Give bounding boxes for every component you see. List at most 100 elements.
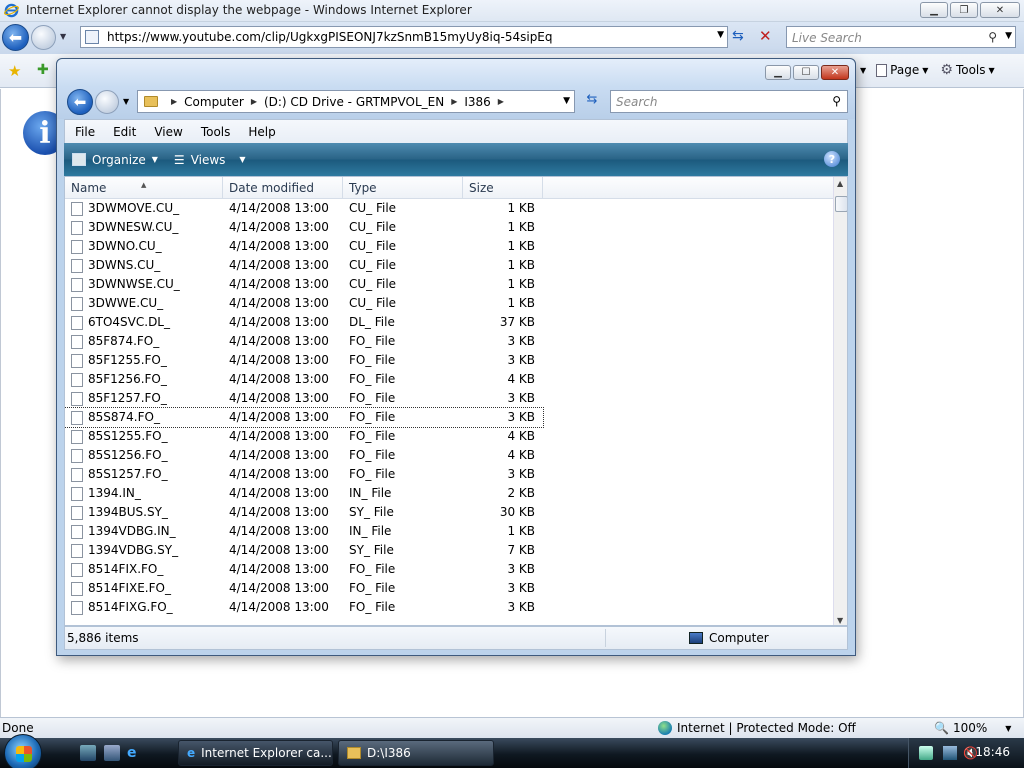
breadcrumb-separator-icon[interactable]: ▶ (451, 97, 457, 106)
table-row[interactable]: 85F1256.FO_ 4/14/2008 13:00 FO_ File 4 KB (65, 370, 833, 389)
breadcrumb-separator-icon[interactable]: ▶ (498, 97, 504, 106)
cell-name[interactable]: 85S1255.FO_ (65, 427, 223, 446)
address-text[interactable]: https://www.youtube.com/clip/UgkxgPISEON… (107, 30, 553, 44)
cell-name[interactable]: 6TO4SVC.DL_ (65, 313, 223, 332)
cell-name[interactable]: 3DWNESW.CU_ (65, 218, 223, 237)
show-desktop-icon[interactable] (80, 745, 96, 761)
organize-button[interactable]: Organize ▼ (72, 153, 158, 167)
forward-button[interactable] (31, 25, 56, 50)
recent-locations-chevron-icon[interactable]: ▼ (123, 97, 129, 106)
breadcrumb-separator-icon[interactable]: ▶ (171, 97, 177, 106)
explorer-address-bar[interactable]: ▶ Computer ▶ (D:) CD Drive - GRTMPVOL_EN… (137, 90, 575, 113)
cell-name[interactable]: 85F874.FO_ (65, 332, 223, 351)
menu-file[interactable]: File (65, 125, 103, 139)
menu-view[interactable]: View (144, 125, 190, 139)
cell-name[interactable]: 8514FIXG.FO_ (65, 598, 223, 617)
explorer-forward-button[interactable] (95, 90, 119, 114)
menu-help[interactable]: Help (238, 125, 283, 139)
recent-pages-chevron-icon[interactable]: ▼ (60, 32, 66, 41)
table-row[interactable]: 3DWNESW.CU_ 4/14/2008 13:00 CU_ File 1 KB (65, 218, 833, 237)
views-button[interactable]: ☰ Views ▼ (174, 153, 246, 167)
breadcrumb-separator-icon[interactable]: ▶ (251, 97, 257, 106)
cell-name[interactable]: 1394VDBG.SY_ (65, 541, 223, 560)
scroll-up-icon[interactable]: ▲ (837, 179, 843, 188)
table-row[interactable]: 3DWNWSE.CU_ 4/14/2008 13:00 CU_ File 1 KB (65, 275, 833, 294)
table-row[interactable]: 85F1257.FO_ 4/14/2008 13:00 FO_ File 3 KB (65, 389, 833, 408)
table-row[interactable]: 3DWWE.CU_ 4/14/2008 13:00 CU_ File 1 KB (65, 294, 833, 313)
cell-name[interactable]: 3DWNWSE.CU_ (65, 275, 223, 294)
network-icon[interactable] (943, 746, 957, 760)
vertical-scrollbar[interactable]: ▲ ▼ (833, 177, 847, 625)
security-zone[interactable]: Internet | Protected Mode: Off (658, 721, 856, 735)
address-bar[interactable]: https://www.youtube.com/clip/UgkxgPISEON… (80, 26, 728, 48)
explorer-close-button[interactable]: ✕ (821, 65, 849, 80)
cell-name[interactable]: 85S1256.FO_ (65, 446, 223, 465)
cell-name[interactable]: 1394VDBG.IN_ (65, 522, 223, 541)
column-header-type[interactable]: Type (343, 177, 463, 199)
table-row[interactable]: 85F1255.FO_ 4/14/2008 13:00 FO_ File 3 KB (65, 351, 833, 370)
zoom-control[interactable]: 🔍 100% ▼ (934, 721, 1011, 735)
cell-name[interactable]: 85F1256.FO_ (65, 370, 223, 389)
table-row[interactable]: 85S874.FO_ 4/14/2008 13:00 FO_ File 3 KB (65, 407, 833, 428)
live-search-input[interactable]: Live Search ⚲ ▼ (786, 26, 1016, 48)
table-row[interactable]: 6TO4SVC.DL_ 4/14/2008 13:00 DL_ File 37 KB (65, 313, 833, 332)
scrollbar-thumb[interactable] (835, 196, 847, 212)
table-row[interactable]: 85S1255.FO_ 4/14/2008 13:00 FO_ File 4 KB (65, 427, 833, 446)
breadcrumb-cd-drive[interactable]: (D:) CD Drive - GRTMPVOL_EN (264, 95, 444, 109)
cell-name[interactable]: 1394.IN_ (65, 484, 223, 503)
toolbar-chevron-icon[interactable]: ▼ (860, 66, 866, 75)
start-button[interactable] (4, 734, 42, 768)
table-row[interactable]: 3DWNS.CU_ 4/14/2008 13:00 CU_ File 1 KB (65, 256, 833, 275)
column-header-size[interactable]: Size (463, 177, 543, 199)
cell-name[interactable]: 3DWNS.CU_ (65, 256, 223, 275)
table-row[interactable]: 85S1257.FO_ 4/14/2008 13:00 FO_ File 3 KB (65, 465, 833, 484)
table-row[interactable]: 3DWNO.CU_ 4/14/2008 13:00 CU_ File 1 KB (65, 237, 833, 256)
minimize-button[interactable]: ▁ (920, 2, 948, 18)
address-dropdown-icon[interactable]: ▼ (563, 96, 570, 106)
refresh-icon[interactable]: ⇆ (732, 28, 744, 44)
table-row[interactable]: 3DWMOVE.CU_ 4/14/2008 13:00 CU_ File 1 KB (65, 199, 833, 218)
breadcrumb-computer[interactable]: Computer (184, 95, 244, 109)
table-row[interactable]: 85S1256.FO_ 4/14/2008 13:00 FO_ File 4 KB (65, 446, 833, 465)
menu-edit[interactable]: Edit (103, 125, 144, 139)
cell-name[interactable]: 85S1257.FO_ (65, 465, 223, 484)
search-icon[interactable]: ⚲ (832, 94, 841, 108)
cell-name[interactable]: 85S874.FO_ (65, 408, 223, 427)
explorer-search-input[interactable]: Search ⚲ (610, 90, 848, 113)
search-icon[interactable]: ⚲ (988, 30, 997, 44)
back-button[interactable]: ⬅ (2, 24, 29, 51)
explorer-title-bar[interactable]: ▁ ☐ ✕ (57, 59, 855, 87)
stop-icon[interactable]: ✕ (759, 27, 772, 45)
taskbar-explorer-button[interactable]: D:\I386 (338, 740, 494, 766)
cell-name[interactable]: 1394BUS.SY_ (65, 503, 223, 522)
explorer-maximize-button[interactable]: ☐ (793, 65, 819, 80)
table-row[interactable]: 85F874.FO_ 4/14/2008 13:00 FO_ File 3 KB (65, 332, 833, 351)
taskbar-ie-button[interactable]: e Internet Explorer ca... (178, 740, 333, 766)
table-row[interactable]: 1394VDBG.IN_ 4/14/2008 13:00 IN_ File 1 KB (65, 522, 833, 541)
close-button[interactable]: ✕ (980, 2, 1020, 18)
table-row[interactable]: 8514FIX.FO_ 4/14/2008 13:00 FO_ File 3 KB (65, 560, 833, 579)
help-icon[interactable]: ? (824, 151, 840, 167)
cell-name[interactable]: 8514FIXE.FO_ (65, 579, 223, 598)
ie-quicklaunch-icon[interactable]: e (127, 745, 143, 761)
table-row[interactable]: 1394VDBG.SY_ 4/14/2008 13:00 SY_ File 7 KB (65, 541, 833, 560)
cell-name[interactable]: 8514FIX.FO_ (65, 560, 223, 579)
restore-button[interactable]: ❐ (950, 2, 978, 18)
search-options-chevron-icon[interactable]: ▼ (1005, 31, 1012, 41)
clock[interactable]: 18:46 (975, 745, 1010, 759)
cell-name[interactable]: 85F1257.FO_ (65, 389, 223, 408)
cell-name[interactable]: 3DWNO.CU_ (65, 237, 223, 256)
table-row[interactable]: 8514FIXE.FO_ 4/14/2008 13:00 FO_ File 3 KB (65, 579, 833, 598)
cell-name[interactable]: 3DWMOVE.CU_ (65, 199, 223, 218)
address-dropdown-icon[interactable]: ▼ (717, 30, 724, 40)
cell-name[interactable]: 85F1255.FO_ (65, 351, 223, 370)
column-header-name[interactable]: ▲ Name (65, 177, 223, 199)
column-header-date[interactable]: Date modified (223, 177, 343, 199)
scroll-down-icon[interactable]: ▼ (837, 616, 843, 625)
breadcrumb-i386[interactable]: I386 (464, 95, 490, 109)
explorer-back-button[interactable]: ⬅ (67, 89, 93, 115)
table-row[interactable]: 1394BUS.SY_ 4/14/2008 13:00 SY_ File 30 KB (65, 503, 833, 522)
table-row[interactable]: 1394.IN_ 4/14/2008 13:00 IN_ File 2 KB (65, 484, 833, 503)
tools-menu-button[interactable]: ⚙ Tools ▼ (940, 62, 994, 78)
table-row[interactable]: 8514FIXG.FO_ 4/14/2008 13:00 FO_ File 3 KB (65, 598, 833, 617)
